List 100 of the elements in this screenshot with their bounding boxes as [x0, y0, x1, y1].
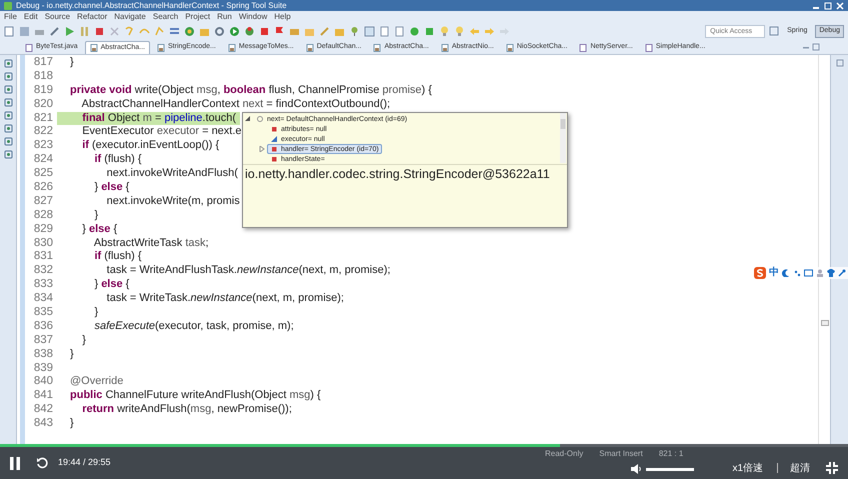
line-number: 826 — [32, 181, 53, 195]
stop-icon[interactable] — [94, 26, 105, 36]
pin-icon[interactable] — [349, 26, 360, 36]
java-file-icon — [579, 44, 588, 52]
line-number: 824 — [32, 153, 53, 168]
menu-item[interactable]: Source — [44, 12, 70, 22]
user-icon[interactable] — [816, 269, 824, 277]
bug-icon[interactable] — [244, 26, 255, 36]
maximize-icon[interactable] — [812, 43, 820, 51]
menu-item[interactable]: Help — [274, 12, 291, 22]
quality-button[interactable]: 超清 — [790, 460, 810, 476]
playback-time: 19:44 / 29:55 — [58, 456, 111, 470]
new-file-icon[interactable] — [4, 26, 15, 36]
pencil-icon[interactable] — [49, 26, 60, 36]
doc-icon[interactable] — [394, 26, 405, 36]
run-icon[interactable] — [229, 26, 240, 36]
private-field-icon — [270, 125, 278, 133]
console-icon[interactable] — [4, 98, 12, 107]
menu-item[interactable]: Search — [152, 12, 178, 22]
menu-item[interactable]: File — [4, 12, 17, 22]
scrollbar-icon[interactable] — [559, 113, 567, 163]
line-number: 825 — [32, 167, 53, 182]
line-number: 838 — [32, 348, 53, 362]
moon-icon[interactable] — [782, 269, 790, 277]
line-number: 837 — [32, 334, 53, 348]
save-icon[interactable] — [19, 26, 30, 36]
code-line: next.invokeWrite(m, promis — [106, 194, 240, 209]
menu-item[interactable]: Project — [185, 12, 210, 22]
status-text: 821 : 1 — [658, 448, 684, 460]
pencil-icon[interactable] — [319, 26, 330, 36]
code-line: if (executor.inEventLoop()) { — [81, 139, 220, 154]
list-icon[interactable] — [169, 26, 180, 36]
ime-mode-toggle[interactable]: 中 — [769, 267, 779, 279]
playback-speed-button[interactable]: x1倍速 — [732, 460, 763, 476]
line-number: 832 — [32, 264, 53, 278]
replay-icon[interactable] — [36, 457, 48, 469]
wrench-icon[interactable] — [838, 269, 846, 277]
code-line: if (flush) { — [93, 250, 142, 264]
ime-logo-icon[interactable] — [754, 267, 766, 279]
volume-icon[interactable] — [630, 463, 642, 475]
code-line: safeExecute(executor, task, promise, m); — [93, 320, 294, 334]
line-number: 817 — [32, 56, 53, 70]
class-file-icon — [440, 44, 449, 52]
tree-icon[interactable] — [4, 59, 12, 68]
monitor-icon[interactable] — [4, 111, 12, 120]
stop-icon[interactable] — [259, 26, 270, 36]
play-icon[interactable] — [64, 26, 75, 36]
expression-icon[interactable] — [4, 124, 12, 133]
class-file-icon — [373, 44, 382, 52]
close-icon[interactable] — [836, 2, 844, 10]
line-number: 833 — [32, 278, 53, 292]
menu-item[interactable]: Window — [238, 12, 268, 22]
class-file-icon — [157, 44, 165, 52]
collapsed-arrow-icon[interactable] — [259, 146, 265, 152]
menu-item[interactable]: Run — [217, 12, 232, 22]
code-line: } else { — [93, 181, 130, 195]
exit-fullscreen-icon[interactable] — [826, 462, 838, 474]
doc-icon[interactable] — [379, 26, 390, 36]
code-line: if (flush) { — [93, 153, 142, 168]
shirt-icon[interactable] — [827, 269, 835, 277]
open-perspective-icon[interactable] — [769, 26, 780, 36]
code-line: } — [93, 306, 98, 320]
pause-icon[interactable] — [10, 456, 20, 470]
line-number: 835 — [32, 306, 53, 320]
code-line: EventExecutor executor = next.e — [81, 125, 242, 140]
panel-icon[interactable] — [364, 26, 375, 36]
restore-icon[interactable] — [836, 59, 844, 67]
keyboard-icon[interactable] — [804, 269, 813, 277]
hierarchy-icon[interactable] — [4, 72, 12, 81]
bulb-icon[interactable] — [439, 26, 450, 36]
menu-item[interactable]: Refactor — [77, 12, 108, 22]
line-number: 843 — [32, 417, 53, 432]
code-line: task = WriteAndFlushTask.newInstance(next, m, promise); — [106, 264, 390, 278]
breakpoint-icon[interactable] — [4, 137, 12, 146]
menu-item[interactable]: Navigate — [114, 12, 146, 22]
code-line: task = WriteTask.newInstance(next, m, promise); — [106, 292, 344, 306]
line-number: 839 — [32, 362, 53, 376]
status-text: Read-Only — [545, 448, 584, 460]
class-file-icon — [228, 44, 236, 52]
expanded-arrow-icon[interactable] — [245, 116, 251, 122]
app-icon — [4, 2, 12, 10]
volume-slider[interactable] — [646, 468, 694, 470]
punctuation-icon[interactable] — [793, 269, 801, 277]
window-title: Debug - io.netty.channel.AbstractChannelHandlerContext - Spring Tool Suite — [16, 0, 287, 10]
line-number: 821 — [32, 112, 53, 126]
line-number: 841 — [32, 389, 53, 404]
line-number: 828 — [32, 208, 53, 223]
glasses-icon[interactable] — [4, 85, 12, 94]
code-line: AbstractChannelHandlerContext next = findContextOutbound(); — [80, 98, 390, 112]
outline-icon[interactable] — [4, 150, 12, 159]
line-number: 842 — [32, 403, 53, 418]
bulb-icon[interactable] — [454, 26, 465, 36]
line-number: 831 — [32, 250, 53, 264]
menu-item[interactable]: Edit — [24, 12, 38, 22]
code-line: next.invokeWriteAndFlush( — [106, 167, 238, 182]
line-number: 820 — [32, 98, 53, 112]
code-line: } — [81, 334, 86, 348]
line-number: 830 — [32, 236, 53, 250]
line-number: 819 — [32, 84, 53, 98]
video-progress-bar[interactable] — [0, 444, 848, 447]
